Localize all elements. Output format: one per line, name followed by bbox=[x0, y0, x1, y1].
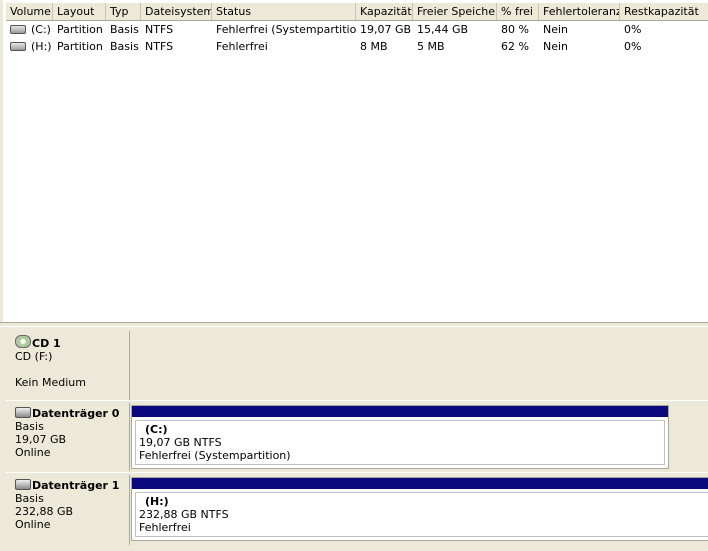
disk-view: CD 1 CD (F:) Kein Medium Datenträger 0 B… bbox=[0, 327, 708, 551]
free-space-cell: 15,44 GB bbox=[417, 23, 469, 36]
fault-tolerance-cell: Nein bbox=[543, 23, 569, 36]
disk-area: (C:) 19,07 GB NTFS Fehlerfrei (Systempar… bbox=[130, 403, 708, 471]
volume-list: Volume Layout Typ Dateisystem Status Kap… bbox=[0, 0, 708, 322]
row-divider bbox=[6, 472, 708, 473]
volume-name: (H:) bbox=[31, 40, 52, 53]
disk-size: 19,07 GB bbox=[15, 433, 67, 446]
column-header-freier-speicher[interactable]: Freier Speicher bbox=[413, 3, 497, 20]
disk-area: (H:) 232,88 GB NTFS Fehlerfrei bbox=[130, 475, 708, 545]
row-divider bbox=[6, 400, 708, 401]
status-cell: Fehlerfrei (Systempartition) bbox=[216, 23, 356, 36]
filesystem-cell: NTFS bbox=[145, 23, 174, 36]
column-header-layout[interactable]: Layout bbox=[53, 3, 106, 20]
disk-status: Online bbox=[15, 446, 51, 459]
disk-label[interactable]: Datenträger 1 Basis 232,88 GB Online bbox=[9, 475, 130, 545]
overhead-cell: 0% bbox=[624, 40, 642, 53]
hard-disk-icon bbox=[15, 407, 31, 418]
disk-name: CD 1 bbox=[32, 337, 61, 350]
capacity-cell: 19,07 GB bbox=[360, 23, 412, 36]
disk-row-cd1[interactable]: CD 1 CD (F:) Kein Medium bbox=[6, 331, 708, 401]
table-row[interactable]: (C:) Partition Basis NTFS Fehlerfrei (Sy… bbox=[6, 21, 708, 38]
partition-details: (H:) 232,88 GB NTFS Fehlerfrei bbox=[135, 492, 708, 537]
column-header-fehlertoleranz[interactable]: Fehlertoleranz bbox=[539, 3, 620, 20]
partition-size: 19,07 GB NTFS bbox=[139, 436, 222, 449]
disk-size: 232,88 GB bbox=[15, 505, 74, 518]
hard-disk-icon bbox=[10, 25, 26, 34]
column-header-kapazitaet[interactable]: Kapazität bbox=[356, 3, 413, 20]
column-header-dateisystem[interactable]: Dateisystem bbox=[141, 3, 212, 20]
disk-name: Datenträger 1 bbox=[32, 479, 120, 492]
disk-size bbox=[15, 363, 129, 376]
disk-status: Online bbox=[15, 518, 51, 531]
partition-status: Fehlerfrei bbox=[139, 521, 191, 534]
partition-status: Fehlerfrei (Systempartition) bbox=[139, 449, 291, 462]
layout-cell: Partition bbox=[57, 40, 103, 53]
layout-cell: Partition bbox=[57, 23, 103, 36]
partition-size: 232,88 GB NTFS bbox=[139, 508, 229, 521]
partition-h[interactable]: (H:) 232,88 GB NTFS Fehlerfrei bbox=[131, 477, 708, 541]
overhead-cell: 0% bbox=[624, 23, 642, 36]
disk-label[interactable]: CD 1 CD (F:) Kein Medium bbox=[9, 331, 130, 401]
disk-area-empty bbox=[130, 331, 708, 401]
volume-name: (C:) bbox=[31, 23, 51, 36]
column-header-typ[interactable]: Typ bbox=[106, 3, 141, 20]
volume-list-header: Volume Layout Typ Dateisystem Status Kap… bbox=[6, 3, 708, 21]
percent-free-cell: 62 % bbox=[501, 40, 529, 53]
fault-tolerance-cell: Nein bbox=[543, 40, 569, 53]
disk-media-status: Kein Medium bbox=[15, 376, 86, 389]
percent-free-cell: 80 % bbox=[501, 23, 529, 36]
disk-name: Datenträger 0 bbox=[32, 407, 120, 420]
disk-type: Basis bbox=[15, 420, 44, 433]
column-header-status[interactable]: Status bbox=[212, 3, 356, 20]
partition-bar bbox=[132, 406, 668, 417]
column-header-volume[interactable]: Volume bbox=[6, 3, 53, 20]
filesystem-cell: NTFS bbox=[145, 40, 174, 53]
partition-bar bbox=[132, 478, 708, 489]
partition-title: (C:) bbox=[145, 423, 168, 436]
column-header-prozent-frei[interactable]: % frei bbox=[497, 3, 539, 20]
hard-disk-icon bbox=[15, 479, 31, 490]
capacity-cell: 8 MB bbox=[360, 40, 388, 53]
partition-title: (H:) bbox=[145, 495, 169, 508]
volume-cell: (C:) bbox=[6, 21, 53, 38]
hard-disk-icon bbox=[10, 42, 26, 51]
partition-c[interactable]: (C:) 19,07 GB NTFS Fehlerfrei (Systempar… bbox=[131, 405, 669, 469]
volume-cell: (H:) bbox=[6, 38, 53, 55]
disk-type: CD (F:) bbox=[15, 350, 53, 363]
disk-row-0[interactable]: Datenträger 0 Basis 19,07 GB Online (C:)… bbox=[6, 403, 708, 471]
typ-cell: Basis bbox=[110, 23, 139, 36]
column-header-restkapazitaet[interactable]: Restkapazität bbox=[620, 3, 708, 20]
cd-drive-icon bbox=[15, 335, 31, 348]
partition-details: (C:) 19,07 GB NTFS Fehlerfrei (Systempar… bbox=[135, 420, 665, 465]
disk-label[interactable]: Datenträger 0 Basis 19,07 GB Online bbox=[9, 403, 130, 471]
disk-type: Basis bbox=[15, 492, 44, 505]
table-row[interactable]: (H:) Partition Basis NTFS Fehlerfrei 8 M… bbox=[6, 38, 708, 55]
disk-row-1[interactable]: Datenträger 1 Basis 232,88 GB Online (H:… bbox=[6, 475, 708, 545]
status-cell: Fehlerfrei bbox=[216, 40, 268, 53]
free-space-cell: 5 MB bbox=[417, 40, 445, 53]
typ-cell: Basis bbox=[110, 40, 139, 53]
